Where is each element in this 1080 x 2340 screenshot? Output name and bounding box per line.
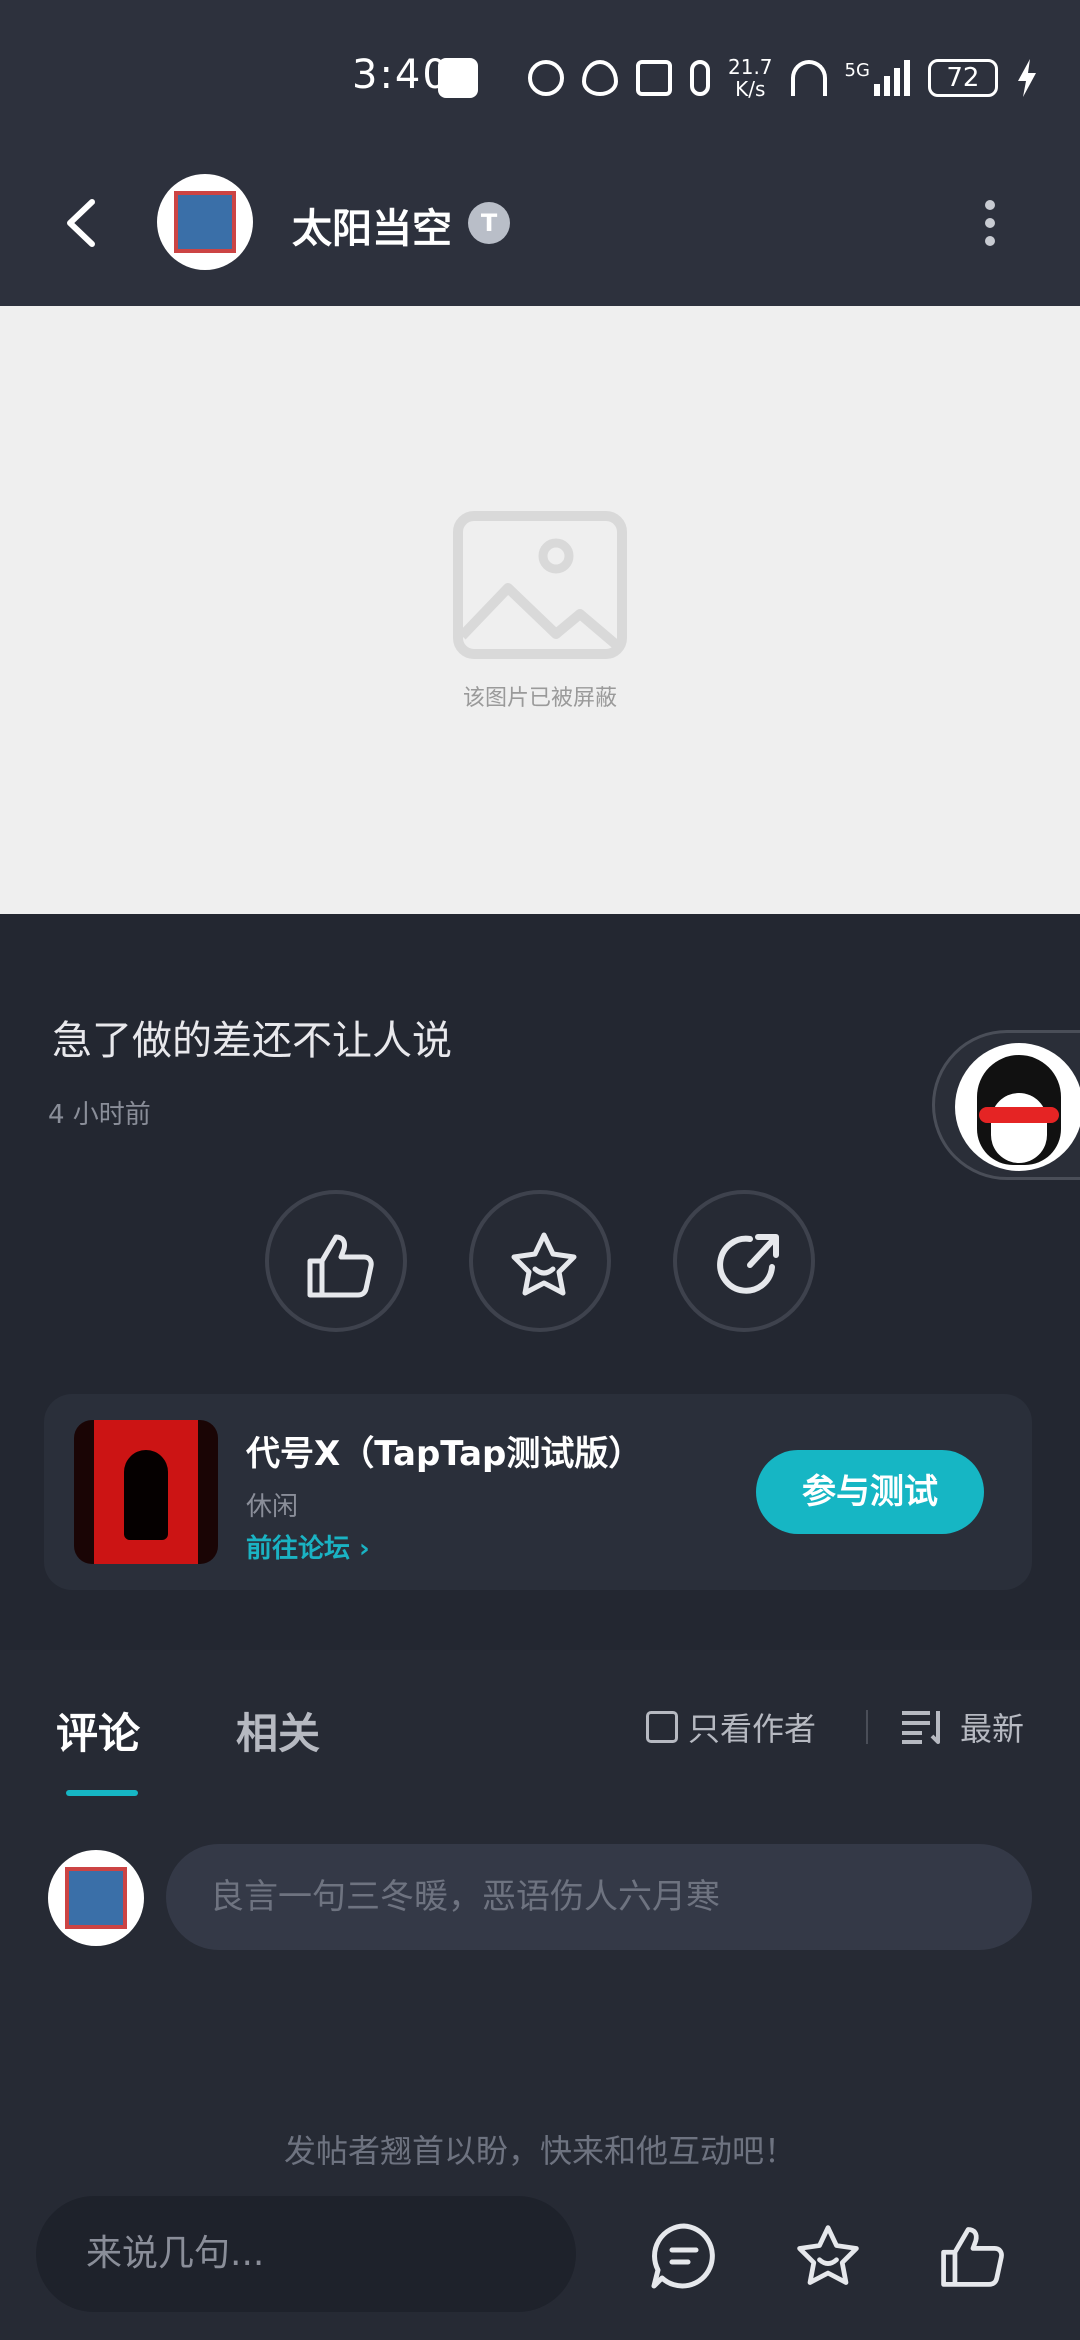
battery-indicator: 72 — [927, 59, 998, 97]
sort-list-icon — [902, 1711, 940, 1744]
network-type: 5G — [844, 60, 870, 81]
image-placeholder-icon — [453, 511, 627, 659]
status-icons: 21.7 K/s 5G 72 — [528, 48, 1038, 108]
post-header: 太阳当空 T — [0, 140, 1080, 306]
only-author-label: 只看作者 — [688, 1710, 817, 1748]
tab-comments[interactable]: 评论 — [56, 1700, 140, 1761]
sort-button[interactable]: 最新 — [900, 1704, 1024, 1750]
bottom-bar: 来说几句... — [0, 2180, 1080, 2340]
author-name[interactable]: 太阳当空 — [292, 196, 452, 254]
sort-label: 最新 — [960, 1710, 1025, 1748]
charging-icon — [1017, 59, 1036, 97]
status-bar: 3:40 21.7 K/s 5G 72 — [0, 0, 1080, 140]
go-to-forum-link[interactable]: 前往论坛 › — [246, 1528, 370, 1565]
my-avatar — [48, 1850, 144, 1946]
tab-related[interactable]: 相关 — [236, 1700, 320, 1761]
say-something-input[interactable]: 来说几句... — [36, 2196, 576, 2312]
like-button[interactable] — [265, 1190, 407, 1332]
eye-icon — [582, 60, 618, 96]
game-card[interactable]: 代号X（TapTap测试版） 休闲 前往论坛 › 参与测试 — [44, 1394, 1032, 1590]
checkbox-icon[interactable] — [646, 1711, 678, 1743]
level-badge: T — [468, 202, 510, 244]
back-arrow-icon[interactable] — [52, 188, 122, 258]
signal-icon: 5G — [845, 60, 910, 96]
only-author-toggle[interactable]: 只看作者 — [646, 1704, 816, 1750]
join-test-button[interactable]: 参与测试 — [756, 1450, 984, 1534]
eye-comfort-icon — [528, 60, 564, 96]
favorite-button[interactable] — [469, 1190, 611, 1332]
speed-value: 21.7 — [728, 55, 773, 79]
thumbs-up-icon — [307, 1234, 374, 1298]
post-time: 4 小时前 — [48, 1100, 151, 1130]
share-icon — [717, 1234, 779, 1294]
nfc-icon — [636, 60, 672, 96]
blocked-image: 该图片已被屏蔽 — [0, 306, 1080, 914]
comment-input[interactable]: 良言一句三冬暖，恶语伤人六月寒 — [166, 1844, 1032, 1950]
blocked-image-text: 该图片已被屏蔽 — [462, 686, 617, 711]
game-name[interactable]: 代号X（TapTap测试版） — [246, 1426, 642, 1475]
microphone-icon — [690, 60, 710, 96]
game-category: 休闲 — [246, 1492, 299, 1522]
more-options-icon[interactable] — [976, 188, 1004, 258]
floating-qq-button[interactable] — [932, 1030, 1080, 1180]
star-icon[interactable] — [792, 2220, 864, 2292]
star-icon — [511, 1232, 577, 1296]
divider — [866, 1710, 868, 1744]
speed-unit: K/s — [735, 77, 766, 101]
thumbs-up-icon[interactable] — [936, 2220, 1008, 2292]
empty-comments-hint: 发帖者翘首以盼，快来和他互动吧！ — [283, 2132, 796, 2170]
wifi-icon — [790, 60, 827, 96]
author-avatar[interactable] — [157, 174, 253, 270]
active-tab-indicator — [66, 1790, 138, 1796]
comment-icon[interactable] — [648, 2220, 720, 2292]
qq-penguin-icon — [955, 1043, 1080, 1171]
qq-notification-icon — [438, 58, 478, 98]
network-speed: 21.7 K/s — [728, 56, 773, 100]
game-icon[interactable] — [74, 1420, 218, 1564]
post-title: 急了做的差还不让人说 — [52, 1018, 452, 1064]
status-time: 3:40 — [352, 52, 450, 98]
share-button[interactable] — [673, 1190, 815, 1332]
